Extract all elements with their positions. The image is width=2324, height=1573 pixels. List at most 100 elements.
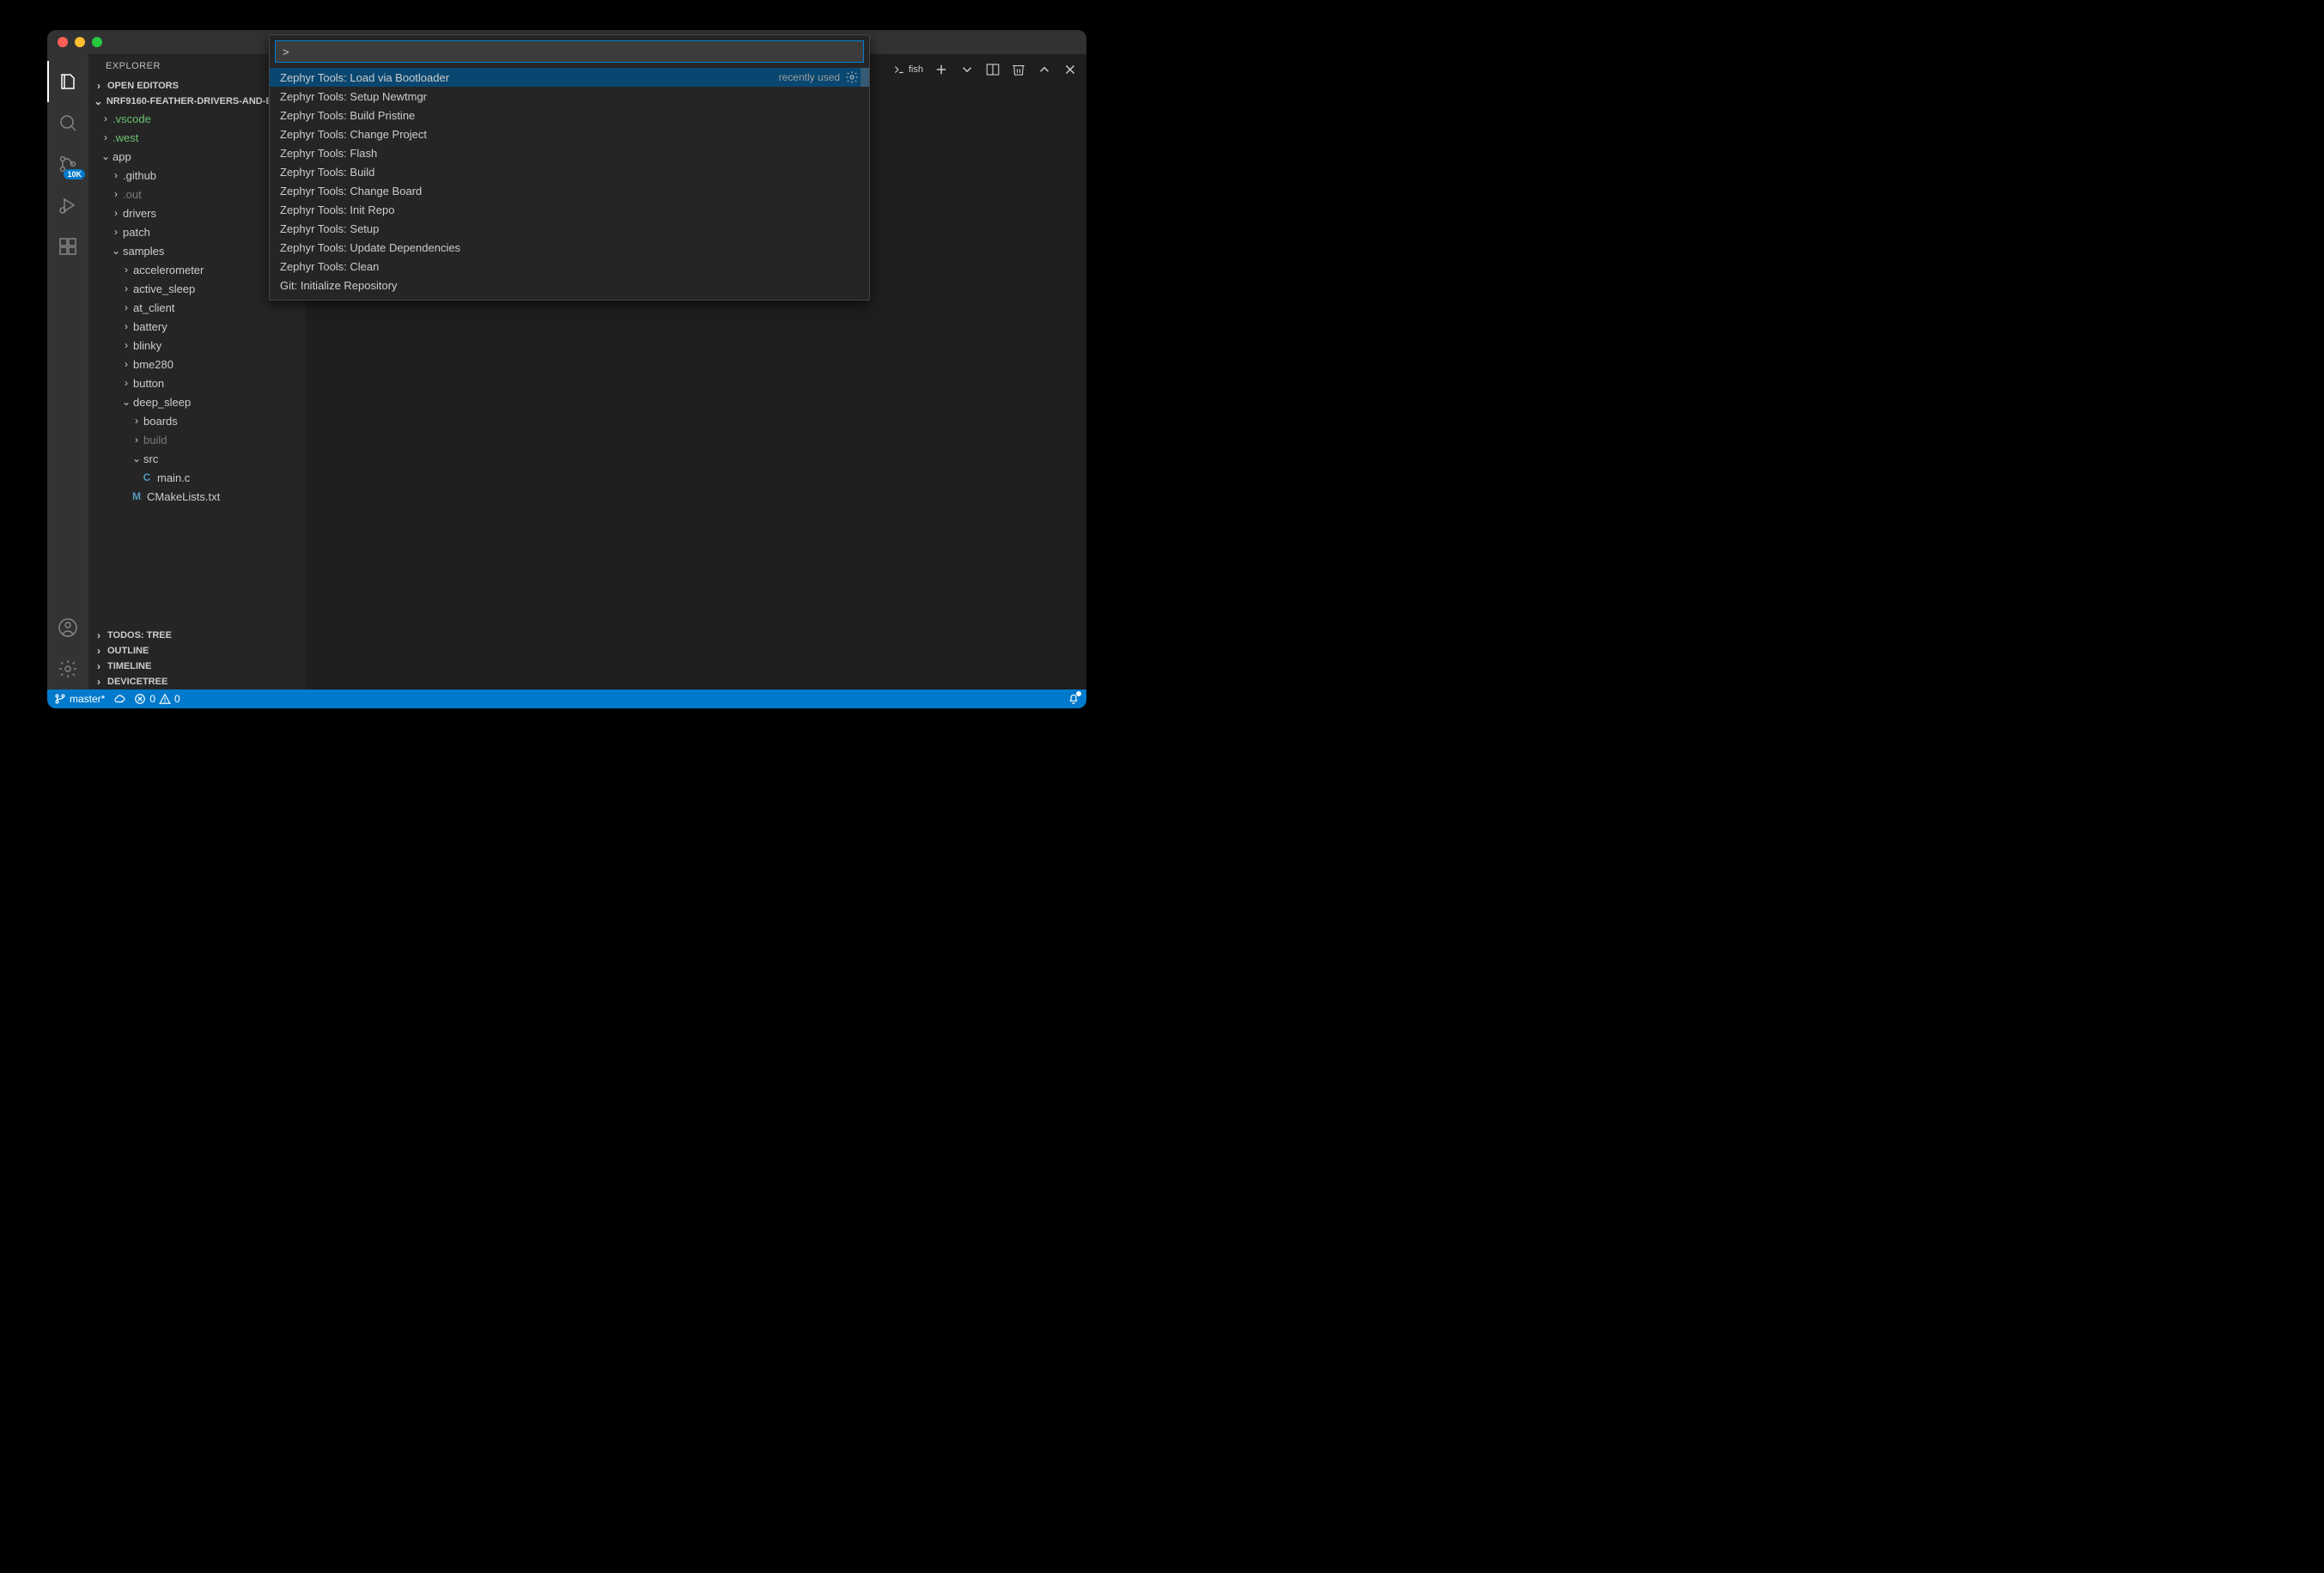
tree-item-label: .vscode <box>113 112 151 125</box>
chevron-right-icon: › <box>130 415 143 427</box>
tree-item[interactable]: ⌄src <box>88 449 306 468</box>
section-outline[interactable]: › OUTLINE <box>88 643 306 659</box>
command-palette-item[interactable]: Zephyr Tools: Setup <box>270 219 869 238</box>
file-type-icon: M <box>130 490 143 502</box>
chevron-right-icon: › <box>119 264 133 276</box>
command-palette-input[interactable] <box>275 40 864 63</box>
status-problems[interactable]: 0 0 <box>134 693 179 705</box>
status-notifications[interactable] <box>1068 693 1080 705</box>
account-icon <box>58 617 78 638</box>
window-body: 10K EXPLORER › OPEN EDITORS <box>47 54 1086 689</box>
command-palette-item[interactable]: Zephyr Tools: Init Repo <box>270 200 869 219</box>
chevron-down-icon: ⌄ <box>130 452 143 465</box>
terminal-icon <box>893 64 905 76</box>
command-label: Zephyr Tools: Load via Bootloader <box>280 71 449 84</box>
command-palette-item[interactable]: Zephyr Tools: Setup Newtmgr <box>270 87 869 106</box>
command-palette-list: Zephyr Tools: Load via Bootloaderrecentl… <box>270 68 869 300</box>
chevron-right-icon: › <box>119 320 133 332</box>
split-icon <box>985 62 1001 77</box>
command-label: Zephyr Tools: Change Project <box>280 128 427 141</box>
command-palette-item[interactable]: Zephyr Tools: Update Dependencies <box>270 238 869 257</box>
tree-item[interactable]: ›battery <box>88 317 306 336</box>
command-label: Git: Initialize Repository <box>280 279 398 292</box>
activity-accounts[interactable] <box>47 607 88 648</box>
section-devicetree[interactable]: › DEVICETREE <box>88 674 306 689</box>
chevron-right-icon: › <box>92 629 106 641</box>
status-sync[interactable] <box>113 693 125 705</box>
chevron-right-icon: › <box>99 131 113 143</box>
status-bar: master* 0 0 <box>47 689 1086 708</box>
tree-item-label: samples <box>123 245 164 258</box>
status-branch[interactable]: master* <box>54 693 105 705</box>
tree-item[interactable]: ›button <box>88 374 306 392</box>
section-timeline[interactable]: › TIMELINE <box>88 659 306 674</box>
chevron-down-icon: ⌄ <box>92 95 105 107</box>
tree-item[interactable]: ›build <box>88 430 306 449</box>
tree-item-label: at_client <box>133 301 174 314</box>
activity-run-debug[interactable] <box>47 185 88 226</box>
tree-item-label: .github <box>123 169 156 182</box>
tree-item-label: blinky <box>133 339 161 352</box>
scrollbar-thumb[interactable] <box>861 68 869 87</box>
close-panel-button[interactable] <box>1062 62 1078 77</box>
chevron-right-icon: › <box>92 676 106 688</box>
command-palette-item[interactable]: Zephyr Tools: Flash <box>270 143 869 162</box>
activity-search[interactable] <box>47 102 88 143</box>
activity-settings[interactable] <box>47 648 88 689</box>
tree-item[interactable]: ›boards <box>88 411 306 430</box>
terminal-shell-tab[interactable]: fish <box>893 64 923 76</box>
chevron-right-icon: › <box>119 282 133 295</box>
tree-item[interactable]: ›blinky <box>88 336 306 355</box>
new-terminal-button[interactable] <box>934 62 949 77</box>
cloud-icon <box>113 693 125 705</box>
notification-dot <box>1076 691 1081 696</box>
command-palette-item[interactable]: Zephyr Tools: Build Pristine <box>270 106 869 125</box>
error-icon <box>134 693 146 705</box>
tree-item[interactable]: ›at_client <box>88 298 306 317</box>
tree-item-label: app <box>113 150 131 163</box>
chevron-right-icon: › <box>119 358 133 370</box>
tree-item[interactable]: ›bme280 <box>88 355 306 374</box>
tree-item-label: build <box>143 434 167 446</box>
tree-item[interactable]: MCMakeLists.txt <box>88 487 306 506</box>
search-icon <box>58 112 78 133</box>
command-label: Zephyr Tools: Change Board <box>280 185 422 197</box>
command-label: Zephyr Tools: Init Repo <box>280 203 394 216</box>
warning-icon <box>159 693 171 705</box>
activity-explorer[interactable] <box>47 61 88 102</box>
tree-item[interactable]: ⌄deep_sleep <box>88 392 306 411</box>
command-palette-item[interactable]: Git: Initialize Repository <box>270 276 869 295</box>
command-palette-item[interactable]: Zephyr Tools: Load via Bootloaderrecentl… <box>270 68 869 87</box>
chevron-down-icon: ⌄ <box>119 396 133 408</box>
chevron-right-icon: › <box>130 434 143 446</box>
chevron-right-icon: › <box>92 80 106 92</box>
tree-item-label: patch <box>123 226 150 239</box>
command-label: Zephyr Tools: Flash <box>280 147 377 160</box>
command-palette-item[interactable]: Zephyr Tools: Change Project <box>270 125 869 143</box>
command-palette-item[interactable]: Zephyr Tools: Build <box>270 162 869 181</box>
terminal-dropdown-button[interactable] <box>959 62 975 77</box>
chevron-right-icon: › <box>119 301 133 313</box>
gear-icon <box>58 659 78 679</box>
section-todos[interactable]: › TODOS: TREE <box>88 628 306 643</box>
tree-item-label: active_sleep <box>133 282 195 295</box>
maximize-panel-button[interactable] <box>1037 62 1052 77</box>
chevron-down-icon: ⌄ <box>109 245 123 257</box>
chevron-down-icon: ⌄ <box>99 150 113 162</box>
command-palette-item[interactable]: Zephyr Tools: Clean <box>270 257 869 276</box>
activity-extensions[interactable] <box>47 226 88 267</box>
tree-item[interactable]: Cmain.c <box>88 468 306 487</box>
command-palette-item[interactable]: Zephyr Tools: Change Board <box>270 181 869 200</box>
tree-item-label: battery <box>133 320 167 333</box>
scm-badge: 10K <box>64 169 85 179</box>
kill-terminal-button[interactable] <box>1011 62 1026 77</box>
plus-icon <box>934 62 949 77</box>
split-terminal-button[interactable] <box>985 62 1001 77</box>
chevron-right-icon: › <box>119 339 133 351</box>
extensions-icon <box>58 236 78 257</box>
activity-source-control[interactable]: 10K <box>47 143 88 185</box>
tree-item-label: accelerometer <box>133 264 204 276</box>
tree-item-label: deep_sleep <box>133 396 191 409</box>
gear-icon[interactable] <box>845 70 859 84</box>
tree-item-label: .out <box>123 188 142 201</box>
